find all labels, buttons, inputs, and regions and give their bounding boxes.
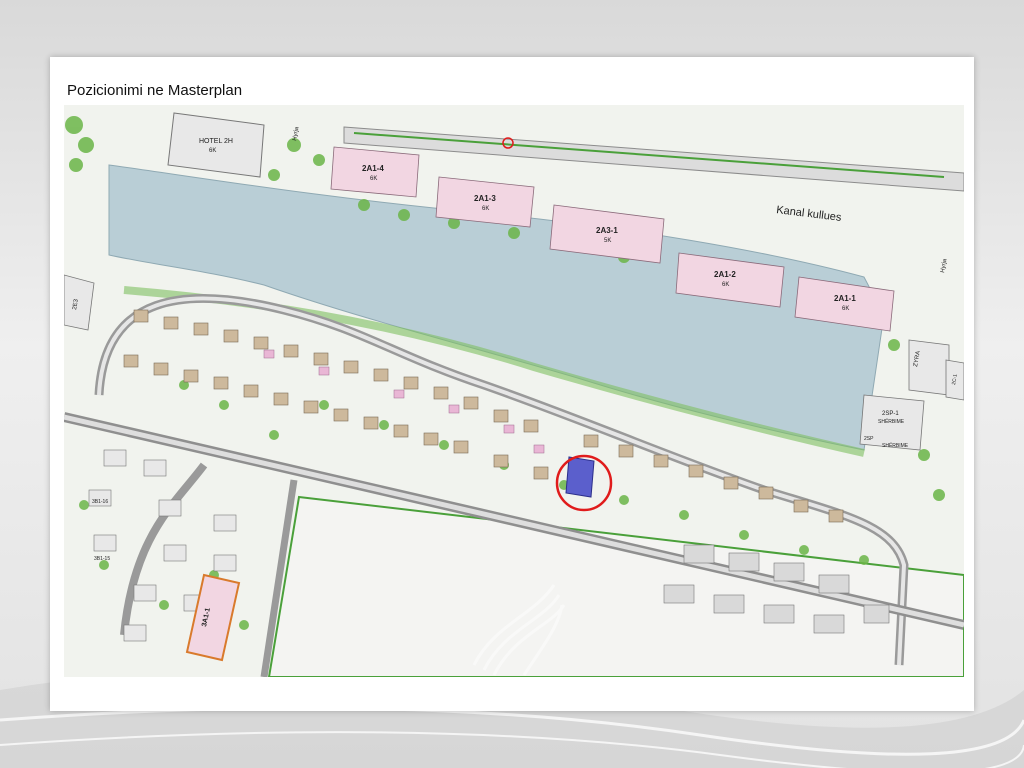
masterplan-card: Pozicionimi ne Masterplan HOTEL 2H 6K 2A… <box>50 57 974 711</box>
svg-text:2SP-1: 2SP-1 <box>882 411 899 417</box>
svg-text:3B1-15: 3B1-15 <box>94 556 110 562</box>
svg-text:6K: 6K <box>842 306 849 312</box>
svg-text:2A1-3: 2A1-3 <box>474 194 496 203</box>
svg-text:6K: 6K <box>482 206 489 212</box>
page-title: Pozicionimi ne Masterplan <box>67 82 243 99</box>
svg-text:3B1-16: 3B1-16 <box>92 499 108 505</box>
svg-text:2A3-1: 2A3-1 <box>596 226 618 235</box>
svg-text:2SP: 2SP <box>864 436 874 442</box>
selected-building <box>565 456 595 498</box>
svg-text:6K: 6K <box>209 148 216 154</box>
svg-text:2A1-4: 2A1-4 <box>362 164 384 173</box>
masterplan-svg: HOTEL 2H 6K 2A1-4 6K 2A1-3 6K 2A3-1 5K 2… <box>64 105 964 677</box>
svg-text:5K: 5K <box>604 238 611 244</box>
svg-text:2A1-1: 2A1-1 <box>834 294 856 303</box>
svg-text:HOTEL 2H: HOTEL 2H <box>199 138 233 145</box>
svg-text:SHËRBIME: SHËRBIME <box>882 442 909 449</box>
svg-text:6K: 6K <box>722 282 729 288</box>
svg-text:2A1-2: 2A1-2 <box>714 270 736 279</box>
masterplan-map[interactable]: HOTEL 2H 6K 2A1-4 6K 2A1-3 6K 2A3-1 5K 2… <box>64 105 964 677</box>
svg-text:6K: 6K <box>370 176 377 182</box>
svg-text:SHËRBIME: SHËRBIME <box>878 418 905 425</box>
